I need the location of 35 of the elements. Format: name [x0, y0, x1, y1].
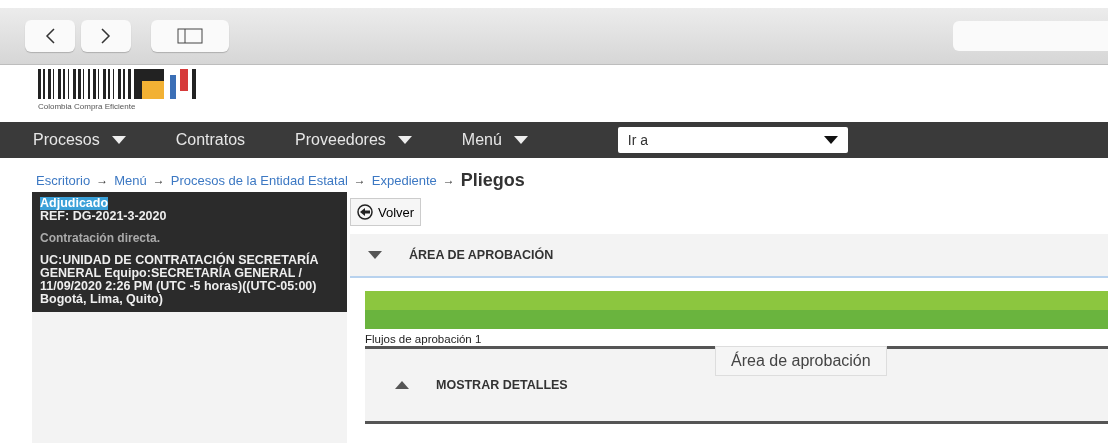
section-header[interactable]: ÁREA DE APROBACIÓN	[350, 234, 1108, 278]
status-label: Adjudicado	[40, 197, 109, 210]
sidebar-icon	[177, 28, 203, 44]
caret-icon	[111, 136, 126, 144]
reference-text: REF: DG-2021-3-2020	[40, 210, 168, 223]
breadcrumb-current: Pliegos	[460, 169, 525, 191]
section-title: ÁREA DE APROBACIÓN	[409, 248, 554, 262]
breadcrumb-separator: →	[442, 173, 455, 187]
details-title: MOSTRAR DETALLES	[436, 378, 568, 392]
sidebar-button[interactable]	[151, 20, 229, 52]
nav-menu-item[interactable]: Procesos	[33, 131, 126, 149]
forward-button[interactable]	[81, 20, 131, 52]
back-icon	[45, 28, 55, 44]
forward-icon	[101, 28, 111, 44]
breadcrumb-separator: →	[96, 173, 109, 187]
goto-select[interactable]: Ir a	[617, 127, 848, 153]
contract-type: Contratación directa.	[40, 232, 162, 245]
caret-icon	[823, 136, 838, 144]
nav-menu-item[interactable]: Contratos	[175, 131, 246, 149]
back-link-button[interactable]: Volver	[350, 198, 422, 226]
address-field[interactable]	[953, 21, 1108, 51]
caret-icon	[397, 136, 412, 144]
unit-details: UC:UNIDAD DE CONTRATACIÓN SECRETARÍA GENERAL Equipo:SECRETARÍA GENERAL / 11/09/2020 2:26 PM (UTC -5 horas)((UTC-05:00) Bogotá, Lima, Quito)	[40, 254, 319, 306]
breadcrumb-link[interactable]: Menú	[114, 172, 147, 188]
nav-menu-item[interactable]: Proveedores	[295, 131, 412, 149]
breadcrumb-link[interactable]: Escritorio	[36, 172, 91, 188]
back-button[interactable]	[25, 20, 75, 52]
breadcrumb-link[interactable]: Expediente	[371, 172, 437, 188]
breadcrumb-separator: →	[152, 173, 165, 187]
tooltip: Área de aprobación	[715, 346, 887, 376]
logo-caption: Colombia Compra Eficiente	[38, 102, 137, 111]
caret-icon	[513, 136, 528, 144]
breadcrumb-link[interactable]: Procesos de la Entidad Estatal	[170, 172, 348, 188]
breadcrumb-separator: →	[353, 173, 366, 187]
nav-menu-item[interactable]: Menú	[461, 131, 528, 149]
